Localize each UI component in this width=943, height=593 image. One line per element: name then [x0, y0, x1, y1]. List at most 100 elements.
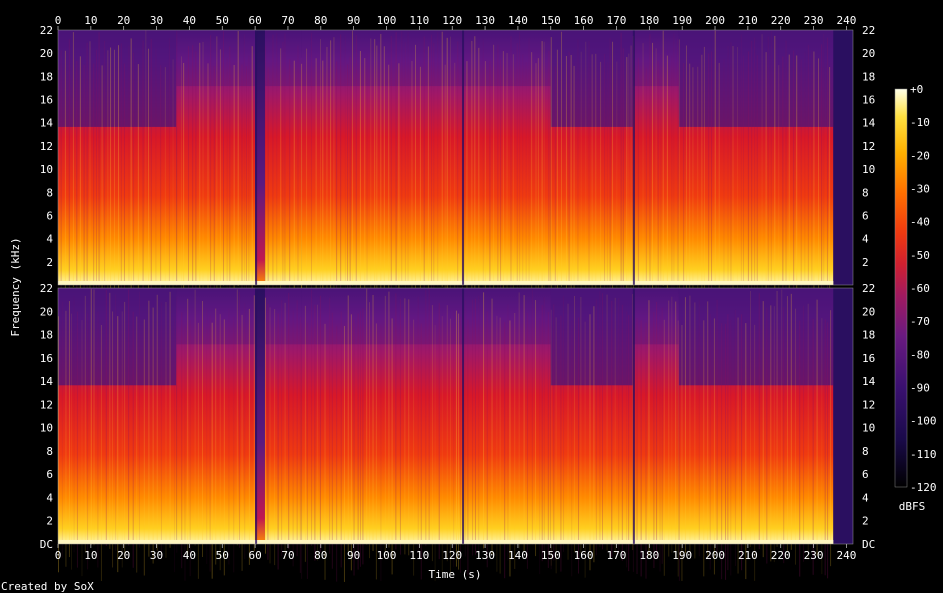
spectrogram-striation [349, 56, 351, 312]
spectrogram-striation [565, 56, 567, 312]
spectrogram-striation [591, 54, 593, 310]
x-tick-label-top: 80 [314, 14, 327, 27]
spectrogram-striation [537, 58, 539, 314]
spectrogram-striation [671, 296, 673, 553]
spectrogram-striation [773, 306, 775, 563]
spectrogram-striation [237, 30, 239, 286]
spectrogram-section [833, 30, 853, 285]
spectrogram-striation [677, 320, 679, 577]
spectrogram-striation [314, 304, 316, 561]
colorbar-tick-label: -60 [910, 282, 930, 295]
spectrogram-striation [98, 32, 100, 288]
x-tick-label-bottom: 150 [541, 549, 561, 562]
colorbar-tick-label: -40 [910, 216, 930, 229]
spectrogram-striation [673, 33, 675, 289]
spectrogram-striation [219, 49, 221, 305]
spectrogram-striation [727, 45, 729, 301]
spectrogram-striation [109, 292, 111, 549]
spectrogram-striation [580, 51, 582, 307]
spectrogram-striation [457, 41, 459, 297]
spectrogram-striation [807, 303, 809, 560]
spectrogram-striation [95, 49, 97, 305]
spectrogram-striation [747, 51, 749, 307]
spectrogram-striation [655, 48, 657, 304]
spectrogram-striation [284, 302, 286, 559]
spectrogram-striation [152, 307, 154, 564]
y-tick-label-right: 6 [862, 468, 869, 481]
spectrogram-striation [512, 54, 514, 310]
spectrogram-striation [707, 301, 709, 558]
spectrogram-striation [264, 45, 266, 301]
colorbar-tick-label: -70 [910, 315, 930, 328]
spectrogram-striation [588, 41, 590, 297]
x-tick-label-bottom: 80 [314, 549, 327, 562]
x-tick-label-top: 120 [442, 14, 462, 27]
x-tick-label-bottom: 200 [705, 549, 725, 562]
spectrogram-striation [68, 301, 70, 558]
spectrogram-striation [799, 320, 801, 577]
spectrogram-striation [344, 35, 346, 291]
x-tick-label-bottom: 170 [607, 549, 627, 562]
spectrogram-striation [401, 31, 403, 287]
spectrogram-striation [222, 30, 224, 286]
y-tick-label-right: 18 [862, 329, 875, 342]
spectrogram-striation [734, 309, 736, 566]
spectrogram-striation [507, 304, 509, 561]
spectrogram-striation [236, 289, 238, 546]
x-tick-label-top: 180 [639, 14, 659, 27]
spectrogram-striation [716, 299, 718, 556]
spectrogram-striation [123, 63, 125, 319]
spectrogram-striation [133, 52, 135, 308]
spectrogram-striation [395, 293, 397, 550]
spectrogram-striation [413, 319, 415, 576]
spectrogram-striation [168, 38, 170, 294]
spectrogram-striation [555, 317, 557, 574]
spectrogram-striation [676, 38, 678, 294]
y-tick-label-right: 2 [862, 256, 869, 269]
y-axis-label: Frequency (kHz) [9, 237, 22, 336]
spectrogram-striation [584, 321, 586, 578]
spectrogram-striation [449, 318, 451, 575]
spectrogram-striation [304, 305, 306, 562]
spectrogram-striation [195, 51, 197, 307]
y-tick-label-left: 4 [46, 491, 53, 504]
spectrogram-striation [758, 293, 760, 550]
spectrogram-striation [438, 303, 440, 560]
spectrogram-striation [649, 33, 651, 289]
x-tick-label-bottom: 20 [117, 549, 130, 562]
spectrogram-striation [786, 296, 788, 553]
spectrogram-striation [522, 54, 524, 310]
y-tick-label-right: 22 [862, 282, 875, 295]
spectrogram-striation [796, 55, 798, 311]
spectrogram-striation [496, 315, 498, 572]
spectrogram-striation [606, 294, 608, 551]
spectrogram-striation [118, 45, 120, 301]
spectrogram-striation [708, 53, 710, 309]
spectrogram-striation [76, 311, 78, 568]
spectrogram-striation [518, 292, 520, 549]
spectrogram-striation [187, 298, 189, 555]
x-axis-label: Time (s) [429, 568, 482, 581]
y-tick-label-right: 12 [862, 398, 875, 411]
spectrogram-striation [659, 315, 661, 572]
spectrogram-striation [194, 289, 196, 546]
spectrogram-striation [399, 298, 401, 555]
spectrogram-striation [395, 32, 397, 288]
spectrogram-striation [770, 31, 772, 287]
y-tick-label-right: 2 [862, 515, 869, 528]
spectrogram-striation [128, 289, 130, 546]
spectrogram-striation [90, 288, 92, 545]
spectrogram-striation [570, 54, 572, 310]
spectrogram-striation [560, 31, 562, 287]
spectrogram-striation [107, 50, 109, 306]
spectrogram-striation [486, 311, 488, 568]
colorbar-tick-label: -10 [910, 116, 930, 129]
spectrogram-striation [652, 42, 654, 298]
spectrogram-striation [404, 42, 406, 298]
spectrogram-striation [289, 59, 291, 315]
spectrogram-striation [827, 322, 829, 579]
spectrogram-striation [199, 42, 201, 298]
spectrogram-striation [528, 37, 530, 293]
x-tick-label-bottom: 10 [84, 549, 97, 562]
y-tick-label-left: 6 [46, 468, 53, 481]
